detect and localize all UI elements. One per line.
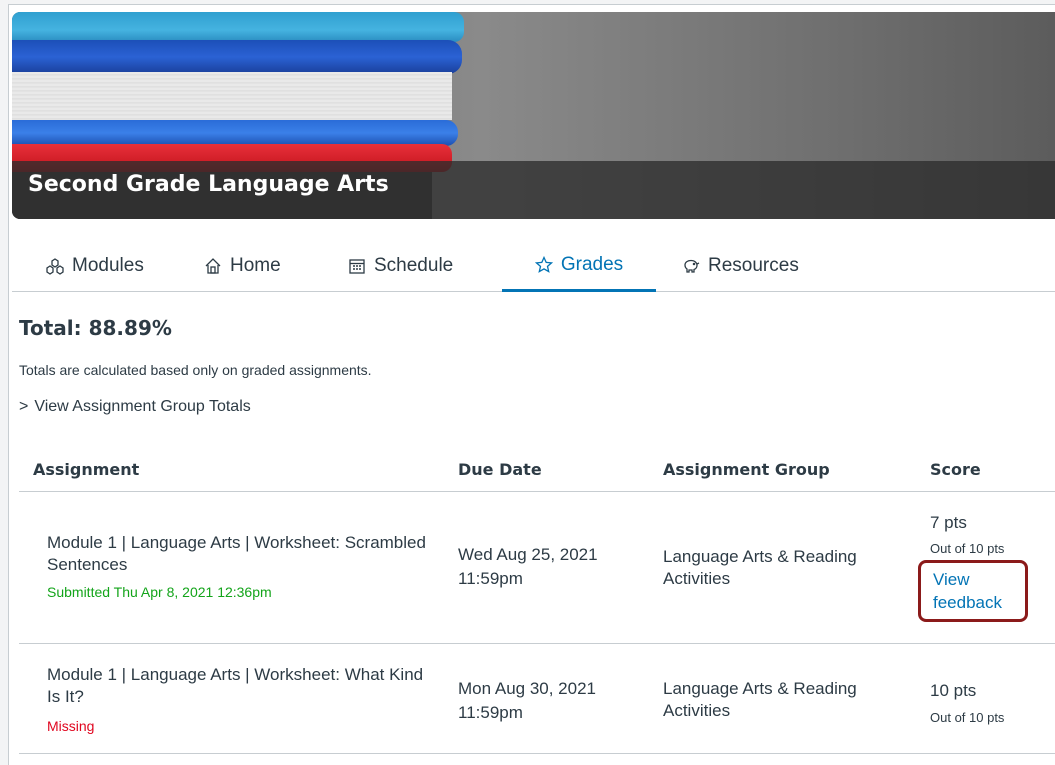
header-assignment: Assignment (33, 460, 140, 479)
tab-resources[interactable]: Resources (676, 240, 805, 292)
submission-status: Submitted Thu Apr 8, 2021 12:36pm (47, 584, 272, 600)
table-header: Assignment Due Date Assignment Group Sco… (19, 440, 1055, 492)
tab-schedule[interactable]: Schedule (342, 240, 459, 292)
submission-status: Missing (47, 718, 95, 734)
tab-label: Resources (708, 255, 799, 276)
assignment-group: Language Arts & Reading Activities (663, 679, 857, 720)
header-assignment-group: Assignment Group (663, 460, 830, 479)
totals-note: Totals are calculated based only on grad… (19, 362, 372, 378)
course-tabs: Modules Home Schedule Grades Resources (12, 240, 1055, 292)
grade-total: Total: 88.89% (19, 316, 172, 340)
banner-book-blue (12, 40, 462, 74)
home-icon (204, 257, 222, 275)
banner-book-blue (12, 120, 458, 146)
header-score: Score (930, 460, 981, 479)
tab-modules[interactable]: Modules (40, 240, 150, 292)
feedback-highlight: View feedback (918, 560, 1028, 622)
grades-table: Assignment Due Date Assignment Group Sco… (19, 440, 1055, 754)
assignment-group: Language Arts & Reading Activities (663, 547, 857, 588)
due-time: 11:59pm (458, 569, 523, 588)
tab-label: Grades (560, 253, 624, 275)
group-toggle-label: View Assignment Group Totals (34, 398, 251, 415)
score-out-of: Out of 10 pts (930, 541, 1005, 556)
assignment-group-totals-toggle[interactable]: > View Assignment Group Totals (19, 398, 251, 416)
due-date: Wed Aug 25, 2021 (458, 545, 598, 564)
tab-label: Schedule (374, 255, 454, 276)
score-value: 10 pts (930, 681, 977, 700)
banner-book-pages (12, 72, 452, 120)
score-out-of: Out of 10 pts (930, 710, 1005, 725)
score-value: 7 pts (930, 513, 967, 532)
tab-home[interactable]: Home (198, 240, 287, 292)
tab-grades[interactable]: Grades (502, 240, 656, 292)
due-date: Mon Aug 30, 2021 (458, 679, 597, 698)
tab-label: Home (230, 255, 281, 276)
table-row: Module 1 | Language Arts | Worksheet: Sc… (19, 492, 1055, 644)
modules-icon (46, 257, 64, 275)
calendar-icon (348, 257, 366, 275)
piggy-bank-icon (682, 257, 700, 275)
star-icon (534, 255, 553, 274)
banner-book-blue (12, 12, 464, 42)
view-feedback-link[interactable]: View feedback (933, 568, 1029, 614)
assignment-title[interactable]: Module 1 | Language Arts | Worksheet: Sc… (47, 532, 427, 576)
tab-label: Modules (72, 255, 144, 276)
header-due-date: Due Date (458, 460, 542, 479)
chevron-right-icon: > (19, 398, 29, 415)
table-row: Module 1 | Language Arts | Worksheet: Wh… (19, 644, 1055, 754)
due-time: 11:59pm (458, 703, 523, 722)
assignment-title[interactable]: Module 1 | Language Arts | Worksheet: Wh… (47, 664, 427, 708)
course-title: Second Grade Language Arts (28, 172, 389, 197)
